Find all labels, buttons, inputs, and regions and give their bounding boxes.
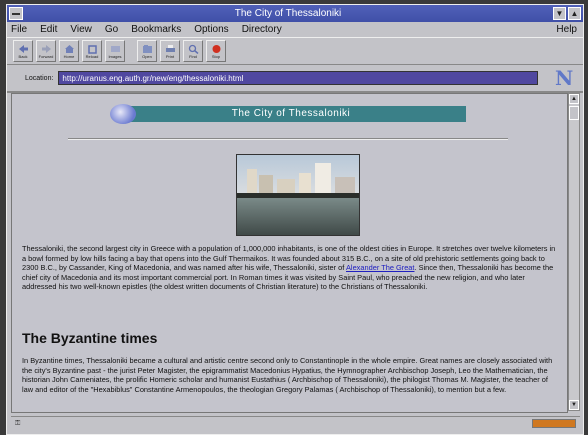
reload-icon (87, 44, 97, 54)
maximize-icon[interactable]: ▲ (568, 7, 581, 20)
find-button-label: Find (189, 53, 197, 59)
page-content: The City of Thessaloniki Thessaloniki, t… (11, 93, 568, 413)
print-button[interactable]: Print (160, 40, 180, 62)
city-photo (236, 154, 360, 236)
images-icon (110, 45, 120, 52)
scroll-down-icon[interactable]: ▼ (569, 400, 579, 410)
title-bar[interactable]: The City of Thessaloniki ▼ ▲ (7, 5, 583, 22)
globe-icon (110, 104, 136, 124)
menu-help[interactable]: Help (556, 24, 577, 35)
find-icon (188, 44, 198, 54)
forward-button-label: Forward (38, 53, 54, 59)
find-button[interactable]: Find (183, 40, 203, 62)
intro-paragraph: Thessaloniki, the second largest city in… (22, 244, 556, 292)
reload-button[interactable]: Reload (82, 40, 102, 62)
toolbar: Back Forward Home Reload Images Open Pri… (7, 37, 583, 65)
browser-window: The City of Thessaloniki ▼ ▲ File Edit V… (6, 4, 584, 435)
print-icon (165, 44, 175, 52)
divider (68, 138, 508, 140)
scroll-up-icon[interactable]: ▲ (569, 94, 579, 104)
byzantine-paragraph: In Byzantine times, Thessaloniki became … (22, 356, 553, 394)
stop-button[interactable]: Stop (206, 40, 226, 62)
menu-directory[interactable]: Directory (242, 24, 282, 35)
home-icon (64, 44, 74, 53)
menu-file[interactable]: File (11, 24, 27, 35)
menu-options[interactable]: Options (194, 24, 228, 35)
stop-button-label: Stop (211, 53, 221, 59)
open-icon (142, 44, 152, 53)
home-button-label: Home (63, 53, 75, 59)
progress-indicator (532, 419, 576, 428)
security-key-icon: ⚿ (15, 420, 21, 427)
images-button-label: Images (108, 53, 122, 59)
status-bar: ⚿ (11, 416, 580, 431)
window-title: The City of Thessaloniki (234, 8, 342, 19)
scroll-thumb[interactable] (569, 106, 579, 120)
page-banner: The City of Thessaloniki (110, 104, 466, 124)
back-button[interactable]: Back (13, 40, 33, 62)
section-heading: The Byzantine times (22, 330, 158, 346)
netscape-logo-icon[interactable]: N (555, 68, 575, 88)
banner-title: The City of Thessaloniki (231, 108, 351, 119)
menu-go[interactable]: Go (105, 24, 118, 35)
menu-bar: File Edit View Go Bookmarks Options Dire… (7, 22, 583, 37)
print-button-label: Print (165, 53, 175, 59)
home-button[interactable]: Home (59, 40, 79, 62)
stop-icon (212, 44, 220, 53)
back-arrow-icon (18, 44, 28, 53)
vertical-scrollbar[interactable]: ▲ ▼ (568, 93, 580, 411)
images-button[interactable]: Images (105, 40, 125, 62)
reload-button-label: Reload (85, 53, 99, 59)
system-menu-icon[interactable] (9, 7, 23, 20)
menu-edit[interactable]: Edit (40, 24, 57, 35)
minimize-icon[interactable]: ▼ (553, 7, 566, 20)
forward-arrow-icon (41, 44, 51, 53)
menu-view[interactable]: View (70, 24, 92, 35)
open-button[interactable]: Open (137, 40, 157, 62)
forward-button[interactable]: Forward (36, 40, 56, 62)
back-button-label: Back (18, 53, 28, 59)
location-bar: Location: http://uranus.eng.auth.gr/new/… (7, 65, 583, 93)
location-input[interactable]: http://uranus.eng.auth.gr/new/eng/thessa… (58, 71, 539, 85)
open-button-label: Open (142, 53, 152, 59)
menu-bookmarks[interactable]: Bookmarks (131, 24, 181, 35)
alexander-link[interactable]: Alexander The Great (346, 263, 414, 272)
location-label: Location: (25, 74, 54, 82)
